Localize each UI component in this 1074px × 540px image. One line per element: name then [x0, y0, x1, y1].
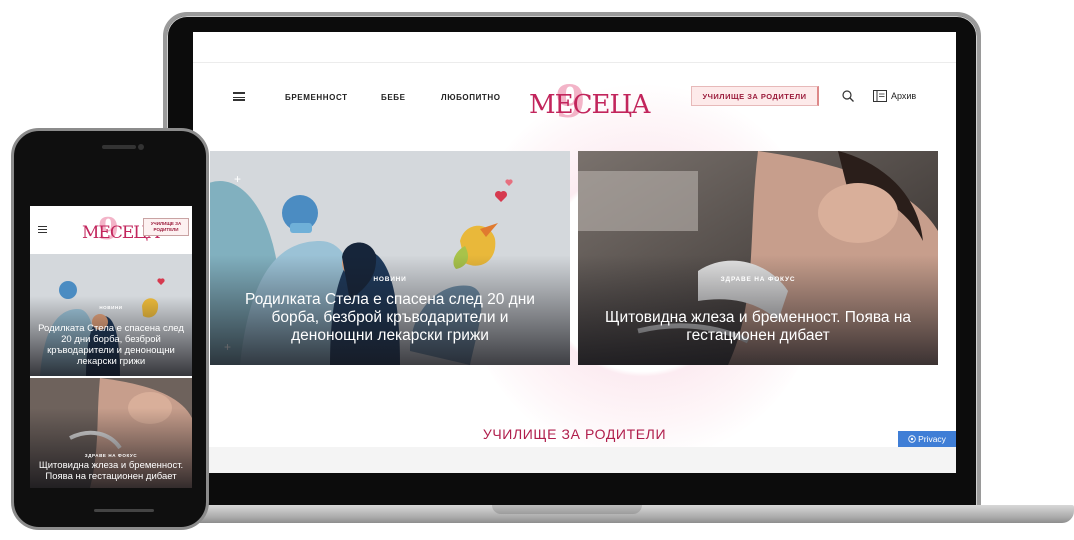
search-icon[interactable]	[842, 90, 854, 102]
main-navigation: БРЕМЕННОСТ БЕБЕ ЛЮБОПИТНО 9 МЕСЕЦА УЧИЛИ…	[193, 72, 956, 128]
top-divider	[193, 62, 956, 63]
laptop-notch	[492, 505, 642, 514]
logo-text: МЕСЕЦА	[529, 90, 651, 120]
privacy-label: Privacy	[918, 434, 946, 444]
article-category[interactable]: ЗДРАВЕ НА ФОКУС	[578, 276, 938, 283]
mobile-header: 9 МЕСЕЦА УЧИЛИЩЕ ЗА РОДИТЕЛИ	[30, 206, 192, 254]
article-card[interactable]: + + НОВИНИ Родилката Стела е спасена сле…	[210, 151, 570, 365]
article-category[interactable]: НОВИНИ	[210, 276, 570, 283]
site-logo[interactable]: 9 МЕСЕЦА	[529, 77, 651, 128]
menu-icon[interactable]	[233, 92, 245, 101]
school-for-parents-button[interactable]: УЧИЛИЩЕ ЗА РОДИТЕЛИ	[143, 218, 189, 236]
article-card[interactable]: ЗДРАВЕ НА ФОКУС Щитовидна жлеза и бремен…	[578, 151, 938, 365]
section-title: УЧИЛИЩЕ ЗА РОДИТЕЛИ	[482, 426, 667, 442]
page-bottom-area	[193, 447, 956, 473]
menu-icon[interactable]	[38, 226, 47, 233]
archive-label: Архив	[891, 91, 917, 101]
nav-link-curious[interactable]: ЛЮБОПИТНО	[441, 93, 501, 102]
phone-speaker	[102, 145, 136, 149]
nav-link-baby[interactable]: БЕБЕ	[381, 93, 406, 102]
mobile-screen: 9 МЕСЕЦА УЧИЛИЩЕ ЗА РОДИТЕЛИ НОВИНИ Роди…	[30, 206, 192, 488]
article-title[interactable]: Щитовидна жлеза и бременност. Поява на г…	[602, 309, 914, 345]
article-title[interactable]: Родилката Стела е спасена след 20 дни бо…	[34, 323, 188, 367]
article-card[interactable]: НОВИНИ Родилката Стела е спасена след 20…	[30, 254, 192, 376]
article-category[interactable]: ЗДРАВЕ НА ФОКУС	[30, 453, 192, 458]
desktop-screen: БРЕМЕННОСТ БЕБЕ ЛЮБОПИТНО 9 МЕСЕЦА УЧИЛИ…	[193, 32, 956, 473]
phone-camera	[138, 144, 144, 150]
privacy-icon	[908, 435, 916, 443]
article-title[interactable]: Щитовидна жлеза и бременност. Поява на г…	[34, 460, 188, 482]
article-category[interactable]: НОВИНИ	[30, 305, 192, 310]
svg-text:+: +	[234, 172, 241, 186]
archive-link[interactable]: Архив	[873, 89, 916, 103]
nav-link-pregnancy[interactable]: БРЕМЕННОСТ	[285, 93, 348, 102]
site-logo[interactable]: 9 МЕСЕЦА	[82, 212, 160, 247]
article-title[interactable]: Родилката Стела е спасена след 20 дни бо…	[234, 291, 546, 345]
archive-icon	[873, 90, 887, 102]
article-card[interactable]: ЗДРАВЕ НА ФОКУС Щитовидна жлеза и бремен…	[30, 378, 192, 488]
school-for-parents-button[interactable]: УЧИЛИЩЕ ЗА РОДИТЕЛИ	[691, 86, 819, 106]
phone-home-indicator	[94, 509, 154, 512]
privacy-button[interactable]: Privacy	[898, 431, 956, 447]
